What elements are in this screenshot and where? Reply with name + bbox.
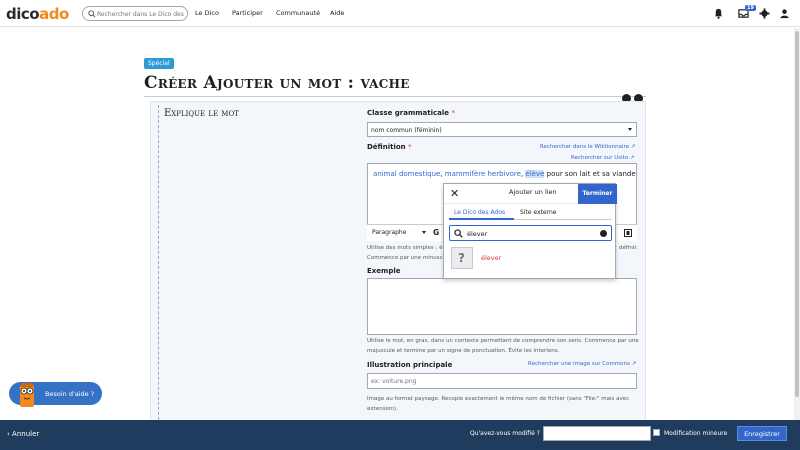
link-search-input[interactable]: élever (449, 225, 612, 241)
bell-icon[interactable] (713, 8, 724, 19)
chevron-down-icon (628, 128, 632, 131)
bold-button[interactable]: G (433, 228, 439, 237)
logo-text-ado: ado (39, 5, 69, 23)
def-link-mammifere[interactable]: mammifère herbivore (445, 170, 521, 178)
nav-communaute[interactable]: Communauté (276, 9, 320, 17)
nav-aide[interactable]: Aide (330, 9, 344, 17)
section-divider (158, 105, 159, 420)
definition-label: Définition * (367, 143, 412, 151)
minor-edit-checkbox[interactable] (653, 429, 660, 436)
save-button[interactable]: Enregistrer (737, 426, 787, 441)
format-dropdown[interactable]: Paragraphe (372, 229, 406, 236)
top-bar: dicoado Le Dico Participer Communauté Ai… (0, 0, 800, 27)
chevron-down-icon (422, 231, 426, 234)
tab-internal[interactable]: Le Dico des Ados (454, 209, 505, 216)
close-icon[interactable]: ✕ (450, 187, 459, 200)
class-label: Classe grammaticale * (367, 109, 455, 117)
title-divider (144, 96, 646, 97)
logo-text-dico: dico (6, 5, 40, 23)
scrollbar-thumb[interactable] (795, 31, 799, 397)
def-selected-word[interactable]: élève (525, 170, 545, 178)
definition-text: animal domestique, mammifère herbivore, … (373, 170, 636, 178)
minor-edit-label: Modification mineure (664, 430, 728, 437)
result-thumbnail: ? (451, 247, 473, 269)
nav-le-dico[interactable]: Le Dico (195, 9, 219, 17)
cancel-button[interactable]: ‹ Annuler (7, 430, 39, 438)
notification-badge: 19 (745, 5, 756, 11)
usito-link[interactable]: Rechercher sur Usito ↗ (571, 155, 635, 161)
link-dialog-title: Ajouter un lien (509, 188, 557, 196)
search-icon (88, 10, 96, 18)
mascot-icon (20, 383, 34, 407)
class-select[interactable]: nom commun (féminin) (367, 122, 637, 137)
example-help: Utilise le mot, en gras, dans un context… (367, 338, 639, 354)
search-box[interactable] (82, 6, 188, 21)
special-chars-icon[interactable] (624, 229, 632, 237)
link-search-value: élever (467, 230, 488, 238)
search-result-item[interactable]: ? élever (449, 247, 612, 269)
example-label: Exemple (367, 267, 401, 275)
user-icon[interactable] (779, 8, 790, 19)
illustration-label: Illustration principale (367, 361, 453, 369)
clear-icon[interactable] (600, 230, 607, 237)
page-title: Créer Ajouter un mot : vache (144, 73, 410, 93)
illustration-input[interactable]: ex: voiture.png (367, 373, 637, 389)
search-icon (454, 229, 463, 238)
def-link-animal[interactable]: animal domestique (373, 170, 440, 178)
result-label: élever (481, 254, 502, 262)
link-dialog: ✕ Ajouter un lien Terminer Le Dico des A… (443, 183, 617, 279)
summary-label: Qu'avez-vous modifié ? (470, 430, 540, 437)
wiktionnaire-link[interactable]: Rechercher dans le Wiktionnaire ↗ (540, 144, 635, 150)
summary-input[interactable] (543, 426, 651, 441)
special-tag: Spécial (144, 58, 174, 69)
example-textarea[interactable] (367, 278, 637, 335)
search-input[interactable] (97, 8, 185, 20)
illustration-help: Image au format paysage. Recopie exactem… (367, 396, 630, 412)
gear-icon[interactable] (759, 8, 770, 19)
link-dialog-header: ✕ Ajouter un lien Terminer (444, 184, 617, 204)
section-title: Explique le mot (164, 108, 239, 119)
nav-participer[interactable]: Participer (232, 9, 263, 17)
help-button-label: Besoin d'aide ? (45, 390, 95, 398)
tab-active-indicator (449, 218, 514, 220)
class-select-value: nom commun (féminin) (371, 127, 442, 134)
done-button[interactable]: Terminer (578, 184, 617, 204)
tab-external[interactable]: Site externe (520, 209, 556, 216)
commons-link[interactable]: Rechercher une image sur Commons ↗ (528, 361, 636, 367)
bottom-bar: ‹ Annuler Qu'avez-vous modifié ? Modific… (0, 420, 800, 450)
logo[interactable]: dicoado (6, 5, 69, 23)
